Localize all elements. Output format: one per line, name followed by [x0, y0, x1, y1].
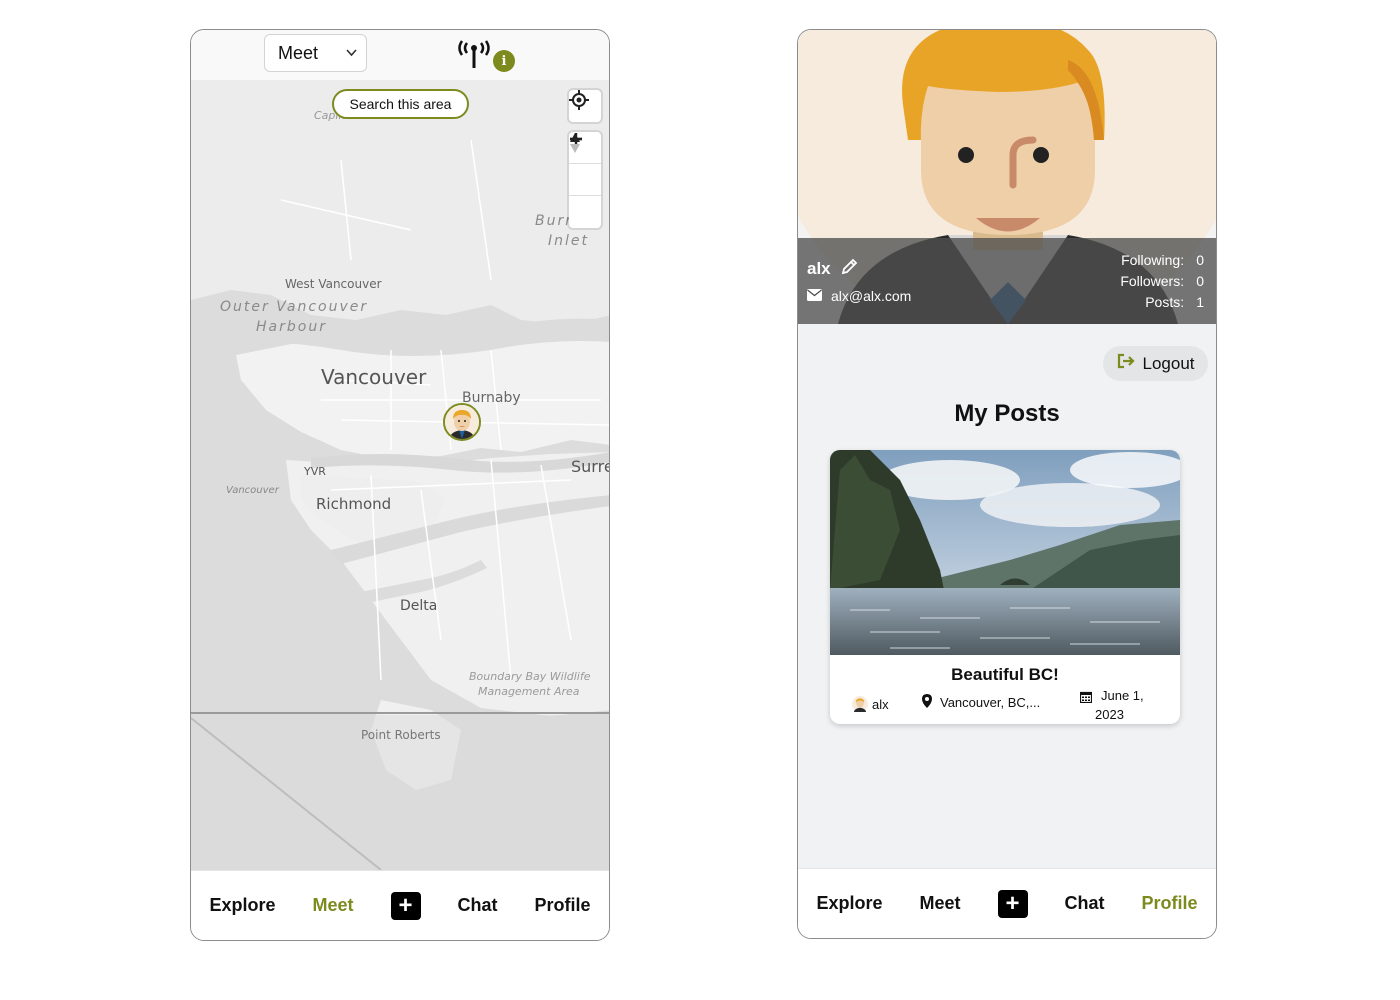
post-location: Vancouver, BC,... [922, 694, 1040, 711]
chevron-down-icon [346, 46, 357, 60]
bottom-nav: Explore Meet + Chat Profile [798, 868, 1216, 938]
zoom-out-icon[interactable] [569, 137, 601, 196]
post-card[interactable]: Beautiful BC! alx Vancouver, BC,... June… [830, 450, 1180, 724]
nav-chat[interactable]: Chat [1064, 893, 1104, 914]
profile-stats: Following: 0 Followers: 0 Posts: 1 [1120, 250, 1204, 313]
pencil-icon[interactable] [841, 258, 858, 280]
locate-icon[interactable] [569, 90, 601, 122]
post-title: Beautiful BC! [951, 665, 1059, 684]
post-date-line2: 2023 [1095, 707, 1124, 722]
map-label-outer-harbour: Outer Vancouver [220, 299, 369, 315]
add-post-button[interactable]: + [997, 889, 1028, 918]
signal-icon[interactable] [457, 40, 491, 70]
nav-meet[interactable]: Meet [313, 895, 354, 916]
post-date-line1: June 1, [1101, 688, 1144, 703]
section-title: My Posts [954, 400, 1060, 427]
stat-posts-value: 1 [1196, 294, 1204, 310]
map-label-burnaby: Burnaby [462, 390, 521, 406]
map-label-boundary-bay: Boundary Bay Wildlife [469, 670, 591, 683]
map-label-vancouver-intl: Vancouver [226, 485, 279, 496]
map-label-west-vancouver: West Vancouver [285, 277, 382, 291]
user-location-marker[interactable] [443, 403, 481, 441]
nav-chat[interactable]: Chat [457, 895, 497, 916]
map-label-surrey: Surrey [571, 457, 609, 476]
bottom-nav: Explore Meet + Chat Profile [191, 870, 609, 940]
profile-email-row: alx@alx.com [807, 288, 911, 304]
map-label-management-area: Management Area [478, 685, 580, 698]
logout-label: Logout [1142, 353, 1195, 373]
zoom-controls [569, 132, 601, 228]
map-label-inlet: Inlet [548, 233, 589, 249]
map-label-delta: Delta [400, 598, 438, 614]
nav-profile[interactable]: Profile [534, 895, 590, 916]
profile-info-overlay: alx alx@alx.com Following: 0 Followers: … [798, 238, 1216, 324]
map-label-harbour: Harbour [256, 319, 327, 335]
meet-top-bar: Meet i [191, 30, 609, 80]
profile-screen: alx alx@alx.com Following: 0 Followers: … [797, 29, 1217, 939]
nav-profile[interactable]: Profile [1141, 893, 1197, 914]
map-label-vancouver: Vancouver [321, 365, 427, 389]
map-pin-icon [922, 694, 932, 711]
stat-following[interactable]: Following: 0 [1120, 250, 1204, 271]
mode-select-value: Meet [278, 42, 319, 63]
avatar [852, 696, 868, 712]
map-label-yvr: YVR [304, 465, 326, 478]
compass-icon[interactable] [569, 133, 601, 228]
profile-username: alx [807, 259, 831, 278]
nav-explore[interactable]: Explore [209, 895, 275, 916]
search-this-area-button[interactable]: Search this area [332, 89, 469, 119]
nav-explore[interactable]: Explore [816, 893, 882, 914]
envelope-icon [807, 288, 822, 304]
logout-icon [1117, 353, 1135, 374]
profile-header: alx alx@alx.com Following: 0 Followers: … [798, 30, 1216, 324]
info-icon[interactable]: i [493, 50, 515, 72]
post-location-text: Vancouver, BC,... [940, 695, 1041, 710]
meet-screen: Meet i Search this area West Vancouver O… [190, 29, 610, 941]
avatar [445, 405, 479, 439]
post-author[interactable]: alx [852, 696, 889, 712]
stat-posts-label: Posts: [1145, 294, 1185, 310]
mode-select[interactable]: Meet [264, 34, 367, 72]
stat-posts: Posts: 1 [1120, 292, 1204, 313]
calendar-icon [1079, 689, 1093, 708]
stat-following-label: Following: [1121, 252, 1185, 268]
stat-followers-value: 0 [1196, 273, 1204, 289]
stat-followers[interactable]: Followers: 0 [1120, 271, 1204, 292]
post-author-name: alx [872, 696, 889, 712]
post-image [830, 450, 1180, 655]
map-label-point-roberts: Point Roberts [361, 728, 441, 742]
map-label-richmond: Richmond [316, 495, 392, 513]
nav-meet[interactable]: Meet [920, 893, 961, 914]
map-view[interactable]: Capilano Pacific Trail Search this area … [191, 80, 609, 870]
stat-followers-label: Followers: [1120, 273, 1185, 289]
profile-name-row: alx [807, 258, 858, 280]
stat-following-value: 0 [1196, 252, 1204, 268]
map-tiles [191, 80, 609, 870]
logout-button[interactable]: Logout [1103, 346, 1208, 381]
add-post-button[interactable]: + [390, 891, 421, 920]
post-date: June 1, 2023 [1079, 686, 1160, 724]
profile-email: alx@alx.com [831, 288, 912, 304]
